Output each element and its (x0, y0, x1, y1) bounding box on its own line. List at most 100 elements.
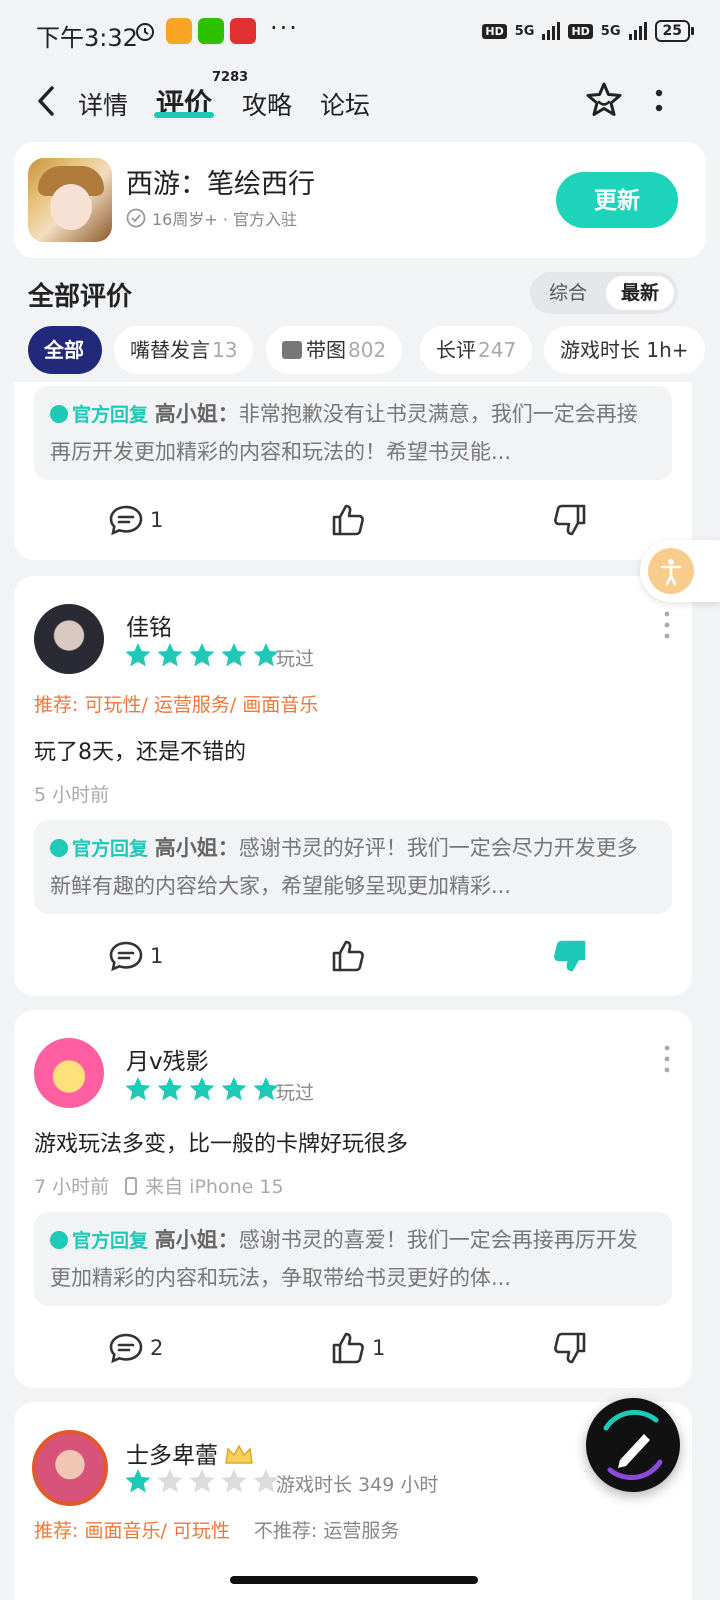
comment-count: 2 (150, 1336, 164, 1360)
filter-chip-with-images[interactable]: 带图 802 (266, 326, 403, 374)
official-reply-label: 官方回复 (72, 838, 149, 860)
game-title: 西游：笔绘西行 (126, 169, 315, 200)
home-indicator[interactable] (230, 1576, 478, 1584)
wechat-icon (198, 18, 224, 44)
update-button[interactable]: 更新 (556, 172, 678, 228)
review-count-badge: 7283 (212, 70, 249, 85)
sort-latest[interactable]: 最新 (606, 276, 674, 310)
game-subtitle: 16周岁+ · 官方入驻 (126, 206, 297, 230)
reviewer-name[interactable]: 士多卑蕾 (126, 1443, 218, 1469)
official-reply[interactable]: 官方回复 高小姐：非常抱歉没有让书灵满意，我们一定会再接再厉开发更加精彩的内容和… (34, 386, 672, 480)
review-actions: 1 (14, 496, 692, 544)
review-more-icon[interactable] (664, 1044, 670, 1074)
review-more-icon[interactable] (664, 610, 670, 640)
dislike-button-active[interactable] (552, 932, 588, 980)
star-rating (124, 1468, 280, 1494)
review-meta: 5 小时前 (34, 780, 109, 807)
played-status: 玩过 (276, 1082, 315, 1104)
favorite-star-icon[interactable] (584, 80, 624, 120)
back-arrow-icon[interactable] (34, 84, 60, 118)
avatar[interactable] (32, 1430, 108, 1506)
star-icon-empty (221, 1469, 247, 1493)
hd-icon-2: HD (568, 23, 593, 39)
review-content[interactable]: 游戏玩法多变，比一般的卡牌好玩很多 (34, 1126, 408, 1158)
review-actions: 2 1 (14, 1324, 692, 1372)
accessibility-icon (648, 548, 694, 594)
filter-chip-long-reviews[interactable]: 长评 247 (420, 326, 533, 374)
filter-chip-all[interactable]: 全部 (28, 326, 102, 374)
like-count: 1 (372, 1336, 386, 1360)
comment-count: 1 (150, 944, 164, 968)
tags-not-recommend: 不推荐: 运营服务 (253, 1520, 400, 1542)
star-icon (125, 1077, 151, 1101)
official-reply[interactable]: 官方回复 高小姐：感谢书灵的好评！我们一定会尽力开发更多新鲜有趣的内容给大家，希… (34, 820, 672, 914)
thumbs-down-filled-icon (554, 940, 586, 972)
more-options-icon[interactable] (654, 88, 664, 116)
filter-chip-count: 13 (212, 338, 238, 362)
reply-author: 高小姐 (154, 1228, 218, 1252)
all-reviews-title: 全部评价 (28, 282, 133, 312)
avatar[interactable] (34, 604, 104, 674)
accessibility-button[interactable] (640, 540, 720, 602)
game-subtitle-text: 16周岁+ · 官方入驻 (152, 210, 298, 229)
avatar[interactable] (34, 1038, 104, 1108)
tags-recommend: 推荐: 画面音乐/ 可玩性 (34, 1520, 230, 1542)
reviewer-name[interactable]: 佳铭 (126, 608, 172, 642)
write-review-button[interactable] (586, 1398, 680, 1492)
comment-button[interactable]: 2 (108, 1324, 163, 1372)
comment-icon (109, 1333, 143, 1364)
tab-guides[interactable]: 攻略 (242, 86, 292, 122)
network-label-1: 5G (514, 23, 535, 39)
game-icon[interactable] (28, 158, 112, 242)
battery-icon: 25 (654, 20, 695, 42)
thumbs-up-icon (332, 504, 364, 536)
tab-forum[interactable]: 论坛 (320, 86, 370, 122)
star-icon (157, 643, 183, 667)
review-device: 来自 iPhone 15 (145, 1176, 284, 1198)
comment-button[interactable]: 1 (108, 932, 163, 980)
alarm-icon (136, 23, 154, 41)
comment-button[interactable]: 1 (108, 496, 163, 544)
recommend-tags: 推荐: 可玩性/ 运营服务/ 画面音乐 (34, 694, 319, 716)
review-card: 官方回复 高小姐：非常抱歉没有让书灵满意，我们一定会再接再厉开发更加精彩的内容和… (14, 382, 692, 560)
top-nav: 详情 评价 7283 攻略 论坛 (0, 62, 720, 138)
filter-chip-label: 长评 (436, 338, 476, 362)
official-reply[interactable]: 官方回复 高小姐：感谢书灵的喜爱！我们一定会再接再厉开发更加精彩的内容和玩法，争… (34, 1212, 672, 1306)
reply-author: 高小姐 (154, 402, 218, 426)
filter-chip-playtime[interactable]: 游戏时长 1h+ (544, 326, 705, 374)
status-right: HD 5G HD 5G 25 (482, 20, 695, 42)
review-content[interactable]: 玩了8天，还是不错的 (34, 734, 246, 766)
filter-chip-sharp-comments[interactable]: 嘴替发言 13 (114, 326, 254, 374)
like-button[interactable] (330, 932, 366, 980)
star-icon (125, 1469, 151, 1493)
star-icon (157, 1077, 183, 1101)
tab-details[interactable]: 详情 (78, 86, 128, 122)
shield-check-icon (50, 405, 68, 423)
review-time: 5 小时前 (34, 784, 110, 806)
pencil-icon (603, 1409, 663, 1481)
thumbs-down-icon (554, 504, 586, 536)
dislike-button[interactable] (552, 496, 588, 544)
status-time: 下午3:32 (36, 24, 138, 52)
star-icon (221, 1077, 247, 1101)
star-icon (221, 643, 247, 667)
dislike-button[interactable] (552, 1324, 588, 1372)
shield-check-icon (50, 1231, 68, 1249)
sort-comprehensive[interactable]: 综合 (534, 276, 602, 310)
filter-chip-count: 802 (348, 338, 387, 362)
status-bar: 下午3:32 ··· HD 5G HD 5G 25 (0, 0, 720, 62)
game-info-card: 西游：笔绘西行 16周岁+ · 官方入驻 更新 (14, 142, 706, 258)
filter-chip-label: 全部 (44, 338, 84, 362)
thumbs-up-icon (332, 1332, 364, 1364)
like-button[interactable]: 1 (330, 1324, 385, 1372)
image-icon (282, 341, 302, 359)
qidian-app-icon (230, 18, 256, 44)
verified-check-icon (126, 208, 146, 228)
filter-chip-label: 带图 (306, 338, 346, 362)
reviewer-name[interactable]: 月v残影 (126, 1042, 209, 1076)
filter-chip-count: 247 (478, 338, 517, 362)
like-button[interactable] (330, 496, 366, 544)
star-icon (125, 643, 151, 667)
reviewer-name-row: 士多卑蕾 (126, 1436, 254, 1470)
comment-icon (109, 941, 143, 972)
